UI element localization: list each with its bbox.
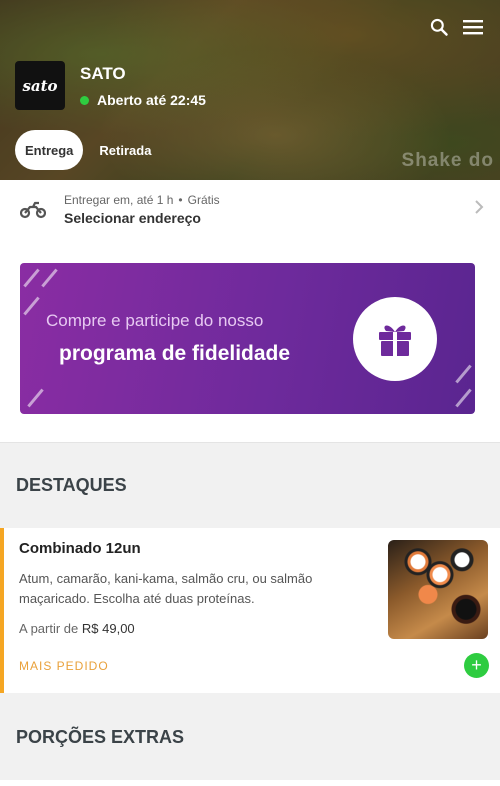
store-name: SATO [80, 64, 126, 83]
tab-entrega[interactable]: Entrega [15, 130, 84, 170]
menu-icon[interactable] [462, 16, 484, 38]
motorcycle-icon [19, 200, 47, 220]
open-status-dot [80, 95, 89, 105]
header-image-text: Shake do [401, 150, 494, 171]
section-title-porcoes-extras: PORÇÕES EXTRAS [16, 726, 185, 747]
chevron-right-icon [474, 200, 484, 219]
banner-decoration [455, 364, 472, 384]
tab-retirada[interactable]: Retirada [89, 130, 161, 170]
delivery-info: Entregar em, até 1 h • Grátis [64, 193, 474, 207]
gift-icon [353, 297, 437, 381]
banner-decoration [27, 388, 44, 408]
product-badge: MAIS PEDIDO [19, 659, 109, 673]
store-status-text: Aberto até 22:45 [97, 92, 206, 108]
banner-subtitle: Compre e participe do nosso [46, 311, 264, 330]
banner-decoration [23, 296, 40, 316]
search-icon[interactable] [428, 16, 450, 38]
banner-decoration [41, 268, 58, 288]
delivery-time: Entregar em, até 1 h [64, 193, 174, 207]
product-card[interactable]: Combinado 12un Atum, camarão, kani-kama,… [0, 528, 500, 693]
price-value: R$ 49,00 [81, 621, 135, 636]
banner-decoration [455, 388, 472, 408]
section-title-destaques: DESTAQUES [16, 475, 127, 495]
delivery-fee: Grátis [187, 193, 220, 207]
loyalty-banner-container: Compre e participe do nosso programa de … [0, 239, 500, 443]
delivery-mode-tabs: Entrega Retirada [15, 130, 161, 170]
select-address-label: Selecionar endereço [64, 210, 201, 226]
add-to-cart-button[interactable]: + [464, 653, 489, 678]
store-status: Aberto até 22:45 [80, 92, 206, 108]
next-section-card [0, 780, 500, 786]
banner-title: programa de fidelidade [59, 342, 291, 365]
separator-dot: • [178, 193, 183, 207]
store-header: sato SATO Aberto até 22:45 Entrega Retir… [0, 0, 500, 180]
store-logo: sato [15, 61, 65, 110]
loyalty-banner[interactable]: Compre e participe do nosso programa de … [20, 263, 475, 414]
product-image [388, 540, 488, 639]
delivery-address-row[interactable]: Entregar em, até 1 h • Grátis Selecionar e… [0, 180, 500, 239]
price-prefix: A partir de [19, 621, 79, 636]
product-description: Atum, camarão, kani-kama, salmão cru, ou… [19, 571, 313, 606]
banner-decoration [23, 268, 40, 288]
